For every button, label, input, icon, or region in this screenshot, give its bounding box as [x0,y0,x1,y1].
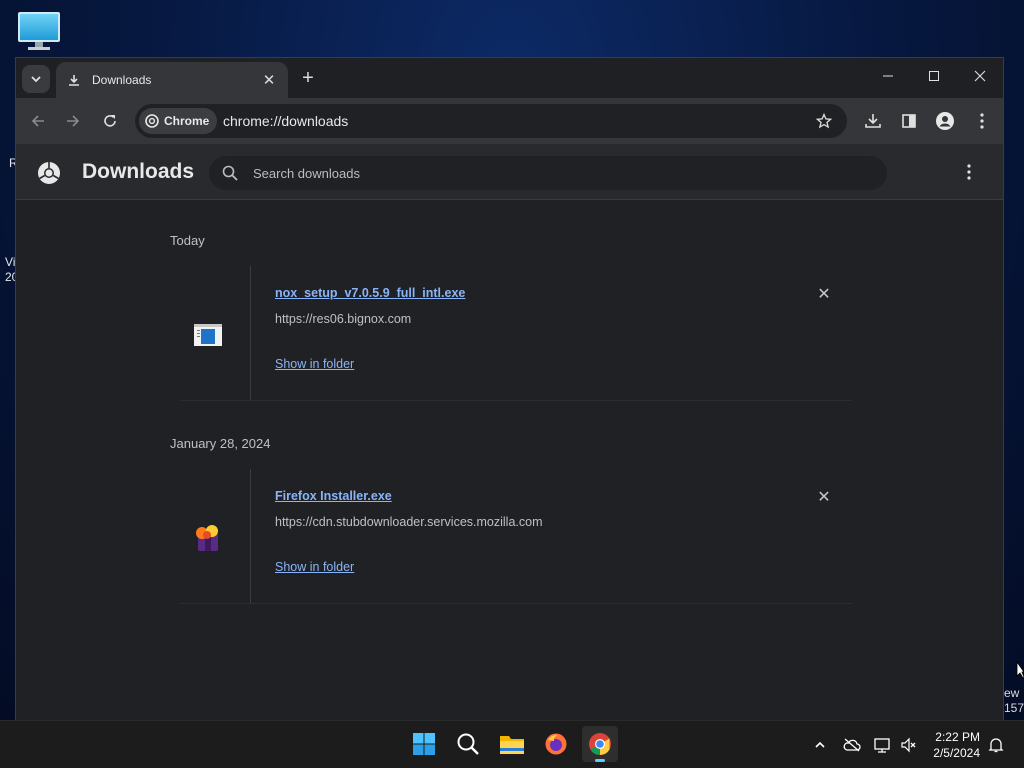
clock-time: 2:22 PM [935,730,980,744]
mouse-cursor-icon [1016,661,1024,679]
firefox-button[interactable] [538,726,574,762]
url-text: chrome://downloads [223,113,349,129]
desktop-fragment: 157 [1004,701,1024,715]
desktop-fragment: Vi [5,255,16,269]
show-hidden-icons-button[interactable] [810,735,830,755]
onedrive-tray-button[interactable] [842,735,862,755]
side-panel-button[interactable] [895,107,923,135]
network-tray-button[interactable] [873,735,893,755]
file-name-link[interactable]: Firefox Installer.exe [275,489,392,503]
chrome-logo-icon [145,114,159,128]
downloads-header: Downloads [16,144,1003,200]
tab-strip: Downloads ✕ + [16,58,1003,98]
search-icon [222,165,238,181]
chip-label: Chrome [164,114,210,128]
date-header: January 28, 2024 [170,436,271,451]
download-item: Firefox Installer.exe https://cdn.stubdo… [180,469,852,604]
bookmark-star-button[interactable] [813,110,835,132]
search-icon [457,733,479,755]
back-button[interactable] [24,107,52,135]
close-tab-button[interactable]: ✕ [260,71,278,89]
more-vertical-icon [967,164,971,180]
address-bar[interactable]: Chrome chrome://downloads [135,104,847,138]
file-source-url[interactable]: https://cdn.stubdownloader.services.mozi… [275,515,543,529]
chrome-taskbar-button[interactable] [582,726,618,762]
site-info-chip[interactable]: Chrome [139,108,218,134]
arrow-right-icon [67,115,80,127]
chevron-up-icon [815,741,825,748]
forward-button[interactable] [59,107,87,135]
page-title: Downloads [82,160,195,183]
remove-from-list-button[interactable]: ✕ [814,284,834,304]
downloads-list: Today nox_setup_v7.0.5.9_full_intl.exe h… [16,201,1003,720]
network-icon [874,738,890,753]
maximize-icon [929,71,939,81]
arrow-left-icon [31,115,44,127]
close-icon [974,70,986,82]
minimize-button[interactable] [865,58,911,94]
firefox-icon [545,733,567,755]
remove-from-list-button[interactable]: ✕ [814,487,834,507]
start-icon [413,733,435,755]
show-in-folder-link[interactable]: Show in folder [275,357,354,371]
volume-tray-button[interactable] [899,735,919,755]
taskbar-search-button[interactable] [450,726,486,762]
bell-icon [988,738,1004,753]
volume-muted-icon [901,737,916,753]
clock-date: 2/5/2024 [933,746,980,760]
reload-button[interactable] [96,107,124,135]
taskbar: 2:22 PM 2/5/2024 [0,720,1024,768]
firefox-installer-icon [196,525,218,551]
download-icon [865,114,881,128]
date-header: Today [170,233,205,248]
minimize-icon [883,75,893,77]
download-item: nox_setup_v7.0.5.9_full_intl.exe https:/… [180,266,852,401]
new-tab-button[interactable]: + [296,66,320,90]
show-in-folder-link[interactable]: Show in folder [275,560,354,574]
file-name-link[interactable]: nox_setup_v7.0.5.9_full_intl.exe [275,286,465,300]
installer-file-icon [194,324,222,346]
downloads-button[interactable] [859,107,887,135]
chrome-window: Downloads ✕ + Chrome chrome://downloads … [15,57,1004,720]
close-window-button[interactable] [957,58,1003,94]
star-icon [816,113,832,129]
chrome-icon [589,733,611,755]
tab-downloads[interactable]: Downloads ✕ [56,62,288,98]
this-pc-desktop-icon[interactable] [18,12,60,50]
side-panel-icon [902,114,916,128]
notifications-button[interactable] [986,735,1006,755]
chrome-logo-icon [38,162,60,184]
maximize-button[interactable] [911,58,957,94]
profile-button[interactable] [931,107,959,135]
search-input[interactable] [253,156,853,190]
file-explorer-icon [500,736,524,754]
chrome-menu-button[interactable] [968,107,996,135]
search-box[interactable] [209,156,887,190]
file-explorer-button[interactable] [494,726,530,762]
desktop-fragment: ew [1004,686,1020,700]
toolbar: Chrome chrome://downloads [16,98,1003,144]
cloud-offline-icon [843,738,861,752]
reload-icon [104,115,116,127]
downloads-menu-button[interactable] [957,160,981,184]
more-vertical-icon [980,113,984,129]
file-source-url[interactable]: https://res06.bignox.com [275,312,411,326]
clock[interactable]: 2:22 PM 2/5/2024 [933,729,980,761]
avatar-icon [936,112,954,130]
tab-search-button[interactable] [22,65,50,93]
tab-title: Downloads [92,73,152,87]
download-icon [66,72,82,88]
chevron-down-icon [31,76,41,83]
start-button[interactable] [406,726,442,762]
